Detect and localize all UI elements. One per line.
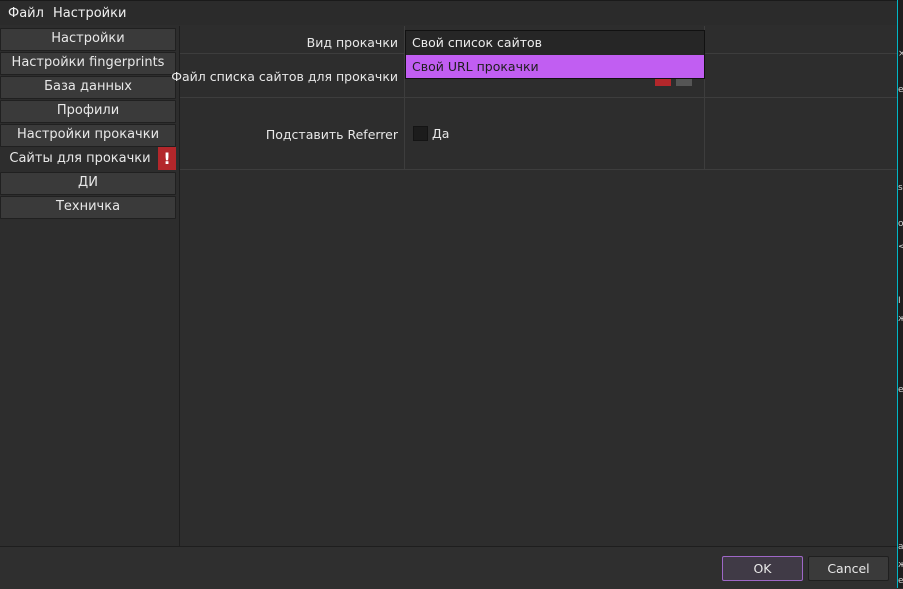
dropdown-option-url[interactable]: Свой URL прокачки: [406, 55, 704, 78]
row-divider: [180, 169, 897, 170]
referrer-checkbox[interactable]: [413, 126, 428, 141]
sidebar-item-tech[interactable]: Техничка: [0, 196, 176, 219]
ok-button[interactable]: OK: [722, 556, 803, 581]
warning-icon: !: [158, 147, 176, 170]
referrer-option-label: Да: [432, 126, 450, 141]
sidebar-item-profiles[interactable]: Профили: [0, 100, 176, 123]
background-window-edge: × е s о < Іж е аже: [897, 0, 903, 588]
menu-settings[interactable]: Настройки: [53, 6, 126, 21]
row-divider: [180, 97, 897, 98]
referrer-label: Подставить Referrer: [265, 127, 398, 142]
menu-bar: Файл Настройки: [0, 0, 897, 25]
sidebar-item-boost-settings[interactable]: Настройки прокачки: [0, 124, 176, 147]
sidebar-item-settings[interactable]: Настройки: [0, 28, 176, 51]
sidebar-item-di[interactable]: ДИ: [0, 172, 176, 195]
settings-panel: [180, 26, 897, 546]
sidebar-item-database[interactable]: База данных: [0, 76, 176, 99]
sidebar-item-boost-sites[interactable]: Сайты для прокачки: [0, 148, 160, 171]
type-label: Вид прокачки: [306, 35, 398, 50]
type-dropdown[interactable]: Свой список сайтов Свой URL прокачки: [405, 30, 705, 79]
menu-file[interactable]: Файл: [8, 6, 44, 21]
cancel-button[interactable]: Cancel: [808, 556, 889, 581]
sidebar-item-fingerprints[interactable]: Настройки fingerprints: [0, 52, 176, 75]
file-label: Файл списка сайтов для прокачки: [171, 69, 398, 84]
dropdown-option-site-list[interactable]: Свой список сайтов: [406, 31, 704, 54]
